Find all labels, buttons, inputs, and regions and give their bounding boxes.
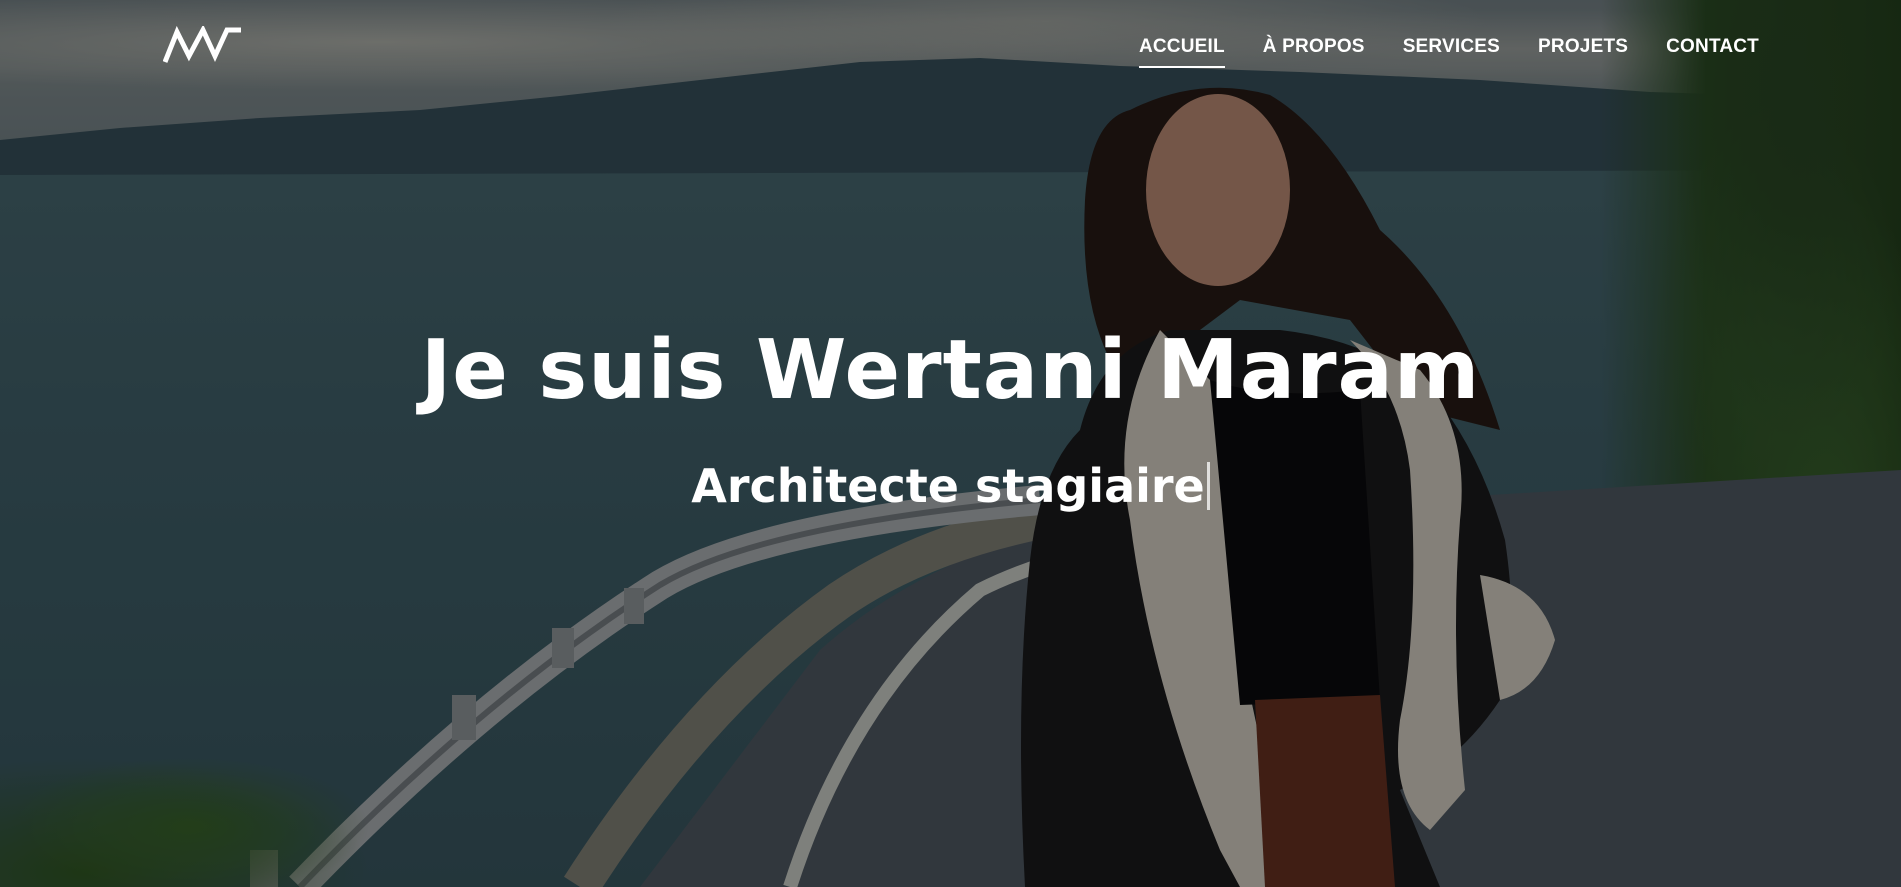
hero-subtitle: Architecte stagiaire [691, 459, 1205, 513]
main-nav: ACCUEIL À PROPOS SERVICES PROJETS CONTAC… [1101, 36, 1759, 68]
hero-text: Je suis Wertani Maram Architecte stagiai… [0, 330, 1901, 510]
nav-item-a-propos[interactable]: À PROPOS [1263, 36, 1365, 58]
nav-item-accueil[interactable]: ACCUEIL [1138, 36, 1225, 68]
nav-item-projets[interactable]: PROJETS [1538, 36, 1628, 58]
hero-subtitle-wrapper: Architecte stagiaire [0, 462, 1901, 510]
site-header: ACCUEIL À PROPOS SERVICES PROJETS CONTAC… [0, 0, 1901, 100]
nav-item-services[interactable]: SERVICES [1403, 36, 1500, 58]
hero-title: Je suis Wertani Maram [420, 323, 1481, 418]
typing-cursor [1206, 462, 1210, 510]
nav-item-contact[interactable]: CONTACT [1666, 36, 1759, 58]
mw-logo-icon[interactable] [163, 26, 243, 66]
